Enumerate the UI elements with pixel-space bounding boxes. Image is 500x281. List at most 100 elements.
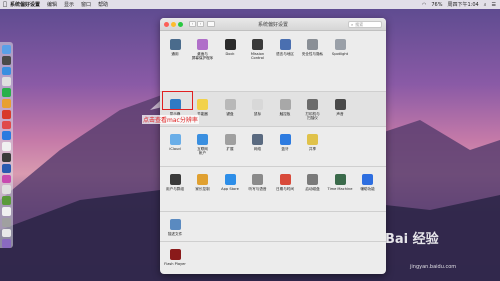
pane-accessibility[interactable]: 辅助功能 xyxy=(355,174,381,191)
dock-app-icon[interactable] xyxy=(2,66,11,76)
notification-center-icon[interactable]: ☰ xyxy=(492,2,496,8)
pane-label: App Store xyxy=(221,187,239,191)
search-field[interactable]: ⌕ xyxy=(348,21,382,28)
menu-view[interactable]: 显示 xyxy=(64,1,74,8)
dock-app-icon[interactable] xyxy=(2,55,11,65)
system-preferences-window: ‹ › 系统偏好设置 ⌕ 通用 桌面与 屏幕保护程序 Dock Mission Con… xyxy=(160,18,386,274)
icloud-icon xyxy=(169,134,181,145)
show-all-button[interactable] xyxy=(207,21,215,27)
pane-network[interactable]: 网络 xyxy=(245,134,271,151)
parental-controls-icon xyxy=(197,174,208,185)
pane-dock[interactable]: Dock xyxy=(217,39,243,56)
pane-parental-controls[interactable]: 家长控制 xyxy=(190,174,216,191)
menu-bar:  系统偏好设置 编辑 显示 窗口 帮助 ◠ 76% 周四下午1:04 ⌕ ☰ xyxy=(0,0,500,9)
pane-security[interactable]: 安全性与隐私 xyxy=(300,39,326,56)
pane-label: Mission Control xyxy=(250,52,265,61)
pane-startup-disk[interactable]: 启动磁盘 xyxy=(300,174,326,191)
pane-dictation[interactable]: 听写与语音 xyxy=(245,174,271,191)
dock-app-icon[interactable] xyxy=(2,239,11,249)
pane-internet-accounts[interactable]: 互联网 帐户 xyxy=(190,134,216,156)
pane-extensions[interactable]: 扩展 xyxy=(217,134,243,151)
menu-edit[interactable]: 编辑 xyxy=(47,1,57,8)
wifi-icon[interactable]: ◠ xyxy=(422,2,426,8)
dock-app-icon[interactable] xyxy=(2,174,11,184)
pane-label: 家长控制 xyxy=(195,187,210,191)
pane-spotlight[interactable]: Spotlight xyxy=(327,39,353,56)
pane-label: 打印机与 扫描仪 xyxy=(305,112,320,121)
pane-users[interactable]: 用户与群组 xyxy=(162,174,188,191)
time-machine-icon xyxy=(334,174,346,185)
zoom-button[interactable] xyxy=(178,21,183,27)
back-button[interactable]: ‹ xyxy=(189,21,196,27)
pane-label: 听写与语音 xyxy=(248,187,267,191)
pane-language[interactable]: 语言与地区 xyxy=(272,39,298,56)
mouse-icon xyxy=(252,99,263,110)
pane-printer[interactable]: 打印机与 扫描仪 xyxy=(300,99,326,121)
pane-mission-control[interactable]: Mission Control xyxy=(245,39,271,61)
pane-label: Dock xyxy=(225,52,235,56)
menu-help[interactable]: 帮助 xyxy=(98,1,108,8)
dock-app-icon[interactable] xyxy=(2,217,11,227)
dock-app-icon[interactable] xyxy=(2,163,11,173)
nav-buttons: ‹ › xyxy=(189,21,204,27)
dock-app-icon[interactable] xyxy=(2,152,11,162)
dock-app-icon[interactable] xyxy=(2,45,11,54)
spotlight-icon xyxy=(334,39,346,50)
dock-app-icon[interactable] xyxy=(2,196,11,205)
dock-app-icon[interactable] xyxy=(2,185,11,195)
pane-general[interactable]: 通用 xyxy=(162,39,188,56)
pane-label: 辅助功能 xyxy=(360,187,375,191)
pane-label: 蓝牙 xyxy=(281,147,289,151)
pane-flash-player[interactable]: Flash Player xyxy=(162,249,188,266)
search-input[interactable] xyxy=(355,22,382,27)
pane-keyboard[interactable]: 键盘 xyxy=(217,99,243,116)
dock-app-icon[interactable] xyxy=(2,120,11,130)
minimize-button[interactable] xyxy=(171,21,176,27)
mission-control-icon xyxy=(252,39,263,50)
dock-icon xyxy=(224,39,236,50)
pane-label: 共享 xyxy=(308,147,317,151)
pane-time-machine[interactable]: Time Machine xyxy=(327,174,353,191)
baidu-watermark-url: jingyan.baidu.com xyxy=(410,264,457,270)
pane-section: Flash Player xyxy=(160,241,386,274)
pane-profiles[interactable]: 描述文件 xyxy=(162,219,188,236)
profiles-icon xyxy=(169,219,181,230)
dock-app-icon[interactable] xyxy=(2,77,11,87)
pane-trackpad[interactable]: 触控板 xyxy=(272,99,298,116)
dock-app-icon[interactable] xyxy=(2,109,11,119)
pane-bluetooth[interactable]: 蓝牙 xyxy=(272,134,298,151)
pane-mouse[interactable]: 鼠标 xyxy=(245,99,271,116)
pane-app-store[interactable]: App Store xyxy=(217,174,243,191)
pane-label: 扩展 xyxy=(226,147,234,151)
pane-date-time[interactable]: 日期与时间 xyxy=(272,174,298,191)
menu-app-name[interactable]: 系统偏好设置 xyxy=(10,1,40,8)
pane-icloud[interactable]: iCloud xyxy=(162,134,188,151)
window-titlebar: ‹ › 系统偏好设置 ⌕ xyxy=(160,18,386,31)
dock-app-icon[interactable] xyxy=(2,228,11,238)
pane-sound[interactable]: 声音 xyxy=(327,99,353,116)
pane-label: Flash Player xyxy=(164,262,186,266)
search-spotlight-icon[interactable]: ⌕ xyxy=(484,2,487,8)
clock[interactable]: 周四下午1:04 xyxy=(447,1,478,8)
section-divider xyxy=(160,166,386,167)
dock-app-icon[interactable] xyxy=(2,88,11,97)
dock xyxy=(0,42,13,249)
pane-sharing[interactable]: 共享 xyxy=(300,134,326,151)
close-button[interactable] xyxy=(164,21,169,27)
apple-menu-icon[interactable]:  xyxy=(0,1,10,8)
battery-percent[interactable]: 76% xyxy=(431,2,442,8)
pane-label: 语言与地区 xyxy=(276,52,294,56)
dock-app-icon[interactable] xyxy=(2,142,11,151)
pane-label: 启动磁盘 xyxy=(305,187,320,191)
dock-app-icon[interactable] xyxy=(2,206,11,216)
pane-label: iCloud xyxy=(169,147,181,151)
sharing-icon xyxy=(307,134,318,145)
energy-saver-icon xyxy=(197,99,208,110)
dock-app-icon[interactable] xyxy=(2,131,11,141)
pane-energy-saver[interactable]: 节能器 xyxy=(190,99,216,116)
dock-app-icon[interactable] xyxy=(2,98,11,108)
forward-button[interactable]: › xyxy=(197,21,204,27)
baidu-watermark: Bai 经验 xyxy=(385,232,439,247)
menu-window[interactable]: 窗口 xyxy=(81,1,91,8)
pane-desktop[interactable]: 桌面与 屏幕保护程序 xyxy=(190,39,216,61)
